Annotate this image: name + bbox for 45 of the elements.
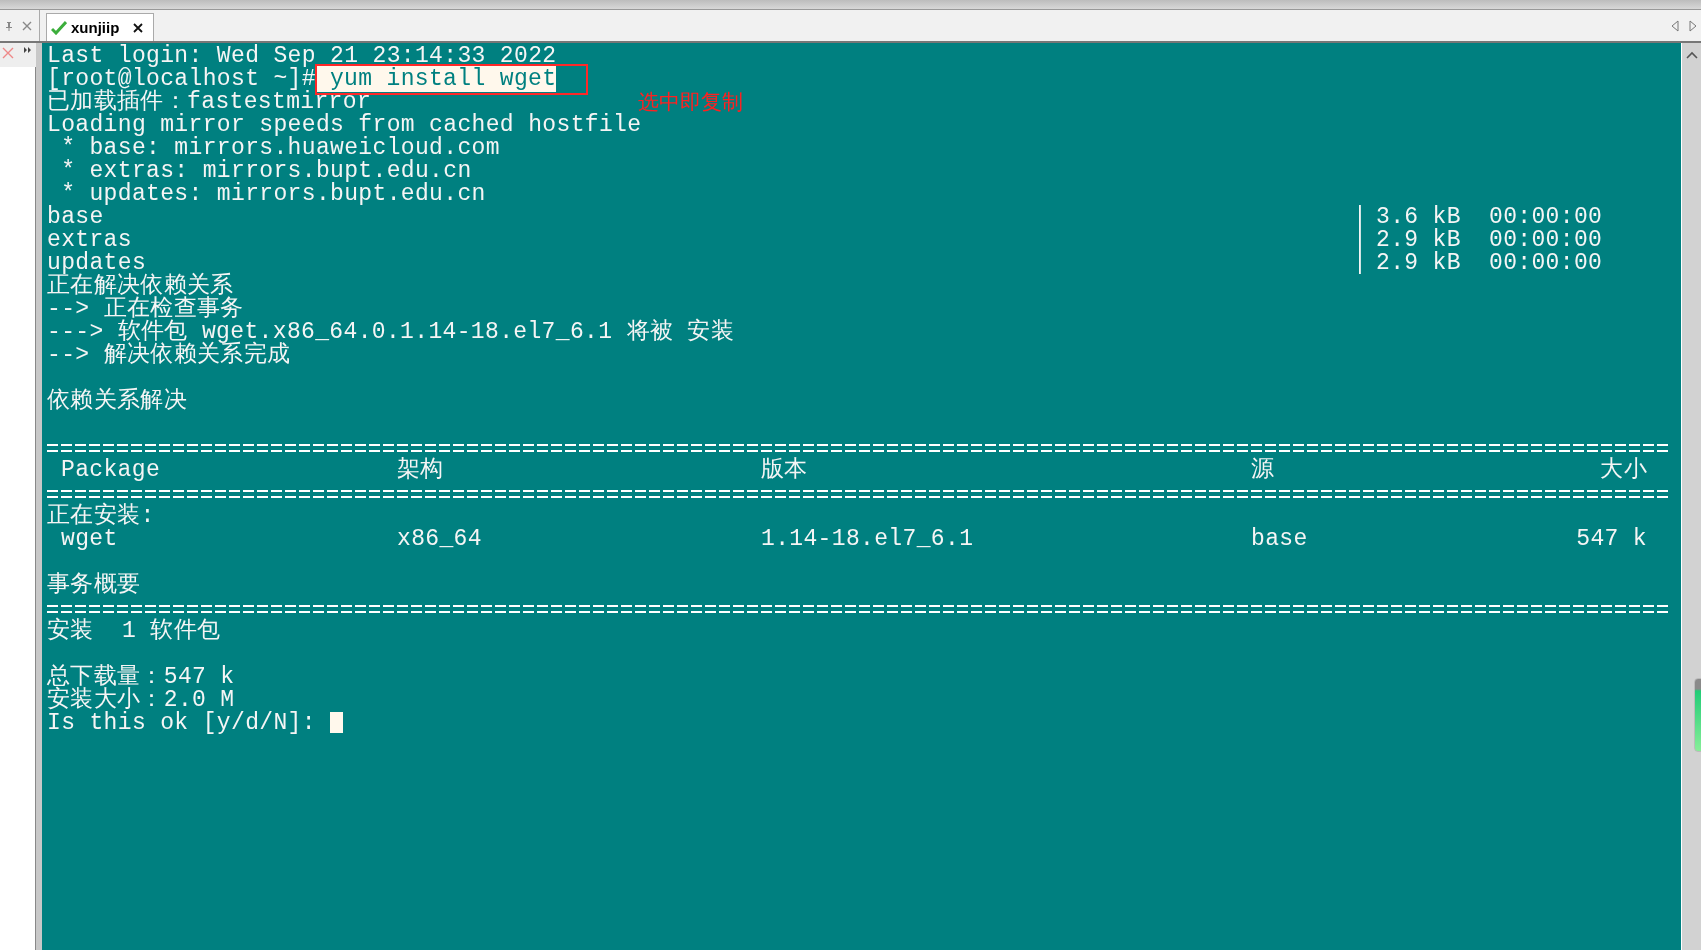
output-line: 安装 1 软件包 xyxy=(47,620,221,643)
terminal[interactable] xyxy=(42,43,1681,950)
download-time: 00:00:00 xyxy=(1489,229,1604,252)
table-cell-text: Package xyxy=(61,459,162,482)
download-time: 00:00:00 xyxy=(1489,206,1604,229)
output-line: * base: mirrors.huaweicloud.com xyxy=(61,137,500,160)
download-time: 00:00:00 xyxy=(1489,252,1604,275)
table-cell-text: 版本 xyxy=(761,459,809,482)
scroll-left-icon[interactable] xyxy=(1671,19,1679,32)
output-line: * updates: mirrors.bupt.edu.cn xyxy=(61,183,486,206)
output-line: 正在安装: xyxy=(47,505,155,528)
download-size: 2.9 kB xyxy=(1376,229,1462,252)
download-size: 2.9 kB xyxy=(1376,252,1462,275)
output-line: 事务概要 xyxy=(47,574,141,597)
table-cell-text: x86_64 xyxy=(397,528,483,551)
table-cell-text: 架构 xyxy=(397,459,445,482)
separator: | xyxy=(1353,252,1369,275)
table-cell-text: 源 xyxy=(1251,459,1276,482)
check-icon xyxy=(51,20,67,35)
table-cell-text: 1.14-18.el7_6.1 xyxy=(761,528,975,551)
repo-name: updates xyxy=(47,252,147,275)
separator: | xyxy=(1353,206,1369,229)
prompt: Is this ok [y/d/N]: xyxy=(47,710,316,736)
repo-name: extras xyxy=(47,229,132,252)
command-text[interactable]: yum install wget xyxy=(315,66,557,92)
output-line: Last login: Wed Sep 21 23:14:33 2022 xyxy=(47,45,557,68)
annotation-label: 选中即复制 xyxy=(638,89,743,114)
chevron-icon[interactable] xyxy=(24,47,32,53)
terminal-tab[interactable]: xunjiip xyxy=(46,13,155,41)
scroll-right-icon[interactable] xyxy=(1689,19,1697,32)
table-cell-text: 大小 xyxy=(1599,459,1647,482)
separator: | xyxy=(1353,229,1369,252)
scroll-up-icon[interactable] xyxy=(1685,51,1698,59)
output-line: Loading mirror speeds from cached hostfile xyxy=(47,114,642,137)
output-line: * extras: mirrors.bupt.edu.cn xyxy=(60,160,472,183)
repo-name: base xyxy=(47,206,104,229)
table-cell-text: wget xyxy=(61,528,119,551)
output-line: 已加载插件：fastestmirror xyxy=(47,91,372,114)
close-icon[interactable] xyxy=(133,22,144,33)
output-line: 安装大小：2.0 M xyxy=(47,689,235,712)
table-cell-text: base xyxy=(1251,528,1309,551)
pin-icon[interactable] xyxy=(4,20,14,31)
table-cell-text: 547 k xyxy=(1575,528,1647,551)
scrollbar[interactable] xyxy=(1681,43,1701,950)
download-size: 3.6 kB xyxy=(1376,206,1462,229)
